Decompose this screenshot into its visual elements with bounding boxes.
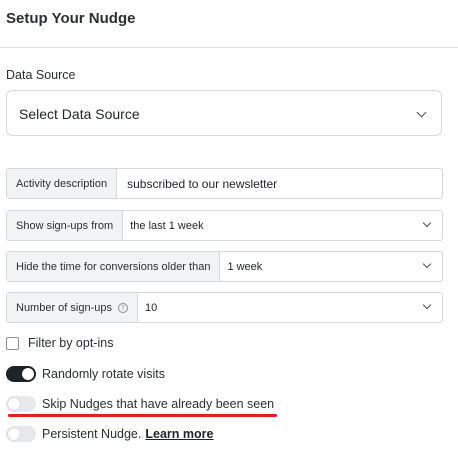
toggle-knob [8, 428, 20, 440]
toggle-knob [22, 368, 34, 380]
skip-seen-toggle[interactable] [6, 396, 36, 412]
show-signups-from-value: the last 1 week [130, 219, 204, 232]
data-source-label: Data Source [6, 68, 76, 82]
data-source-selected: Select Data Source [19, 106, 140, 122]
persistent-toggle[interactable] [6, 426, 36, 442]
persistent-row: Persistent Nudge. Learn more [6, 426, 213, 442]
hide-time-select[interactable]: 1 week [220, 252, 442, 281]
show-signups-from-label: Show sign-ups from [7, 211, 124, 240]
skip-seen-row: Skip Nudges that have already been seen [6, 396, 274, 412]
number-of-signups-value: 10 [145, 301, 158, 314]
show-signups-from-field: Show sign-ups from the last 1 week [6, 210, 443, 241]
data-source-select[interactable]: Select Data Source [6, 90, 442, 136]
panel-title: Setup Your Nudge [6, 10, 136, 27]
number-of-signups-label: Number of sign-ups [16, 301, 112, 314]
filter-optins-label: Filter by opt-ins [28, 336, 114, 350]
divider [0, 47, 458, 48]
learn-more-link[interactable]: Learn more [145, 427, 213, 441]
filter-optins-row: Filter by opt-ins [6, 336, 113, 350]
show-signups-from-select[interactable]: the last 1 week [123, 211, 442, 240]
number-of-signups-addon: Number of sign-ups ? [7, 293, 138, 322]
chevron-down-icon [416, 107, 427, 118]
toggle-knob [8, 398, 20, 410]
hide-time-label: Hide the time for conversions older than [7, 252, 221, 281]
chevron-down-icon [422, 259, 432, 269]
randomly-rotate-toggle[interactable] [6, 366, 36, 382]
number-of-signups-select[interactable]: 10 [138, 293, 442, 322]
skip-seen-label: Skip Nudges that have already been seen [42, 397, 275, 411]
filter-optins-checkbox[interactable] [6, 336, 19, 350]
randomly-rotate-row: Randomly rotate visits [6, 366, 165, 382]
activity-description-input[interactable]: subscribed to our newsletter [117, 169, 442, 198]
hide-time-value: 1 week [227, 260, 263, 273]
hide-time-field: Hide the time for conversions older than… [6, 251, 443, 282]
chevron-down-icon [422, 300, 432, 310]
help-icon[interactable]: ? [118, 302, 128, 313]
persistent-label: Persistent Nudge. [42, 427, 142, 441]
activity-description-field: Activity description subscribed to our n… [6, 168, 443, 199]
randomly-rotate-label: Randomly rotate visits [42, 367, 165, 381]
activity-description-label: Activity description [7, 169, 118, 198]
red-annotation-underline [8, 414, 277, 417]
chevron-down-icon [422, 218, 432, 228]
number-of-signups-field: Number of sign-ups ? 10 [6, 292, 443, 323]
